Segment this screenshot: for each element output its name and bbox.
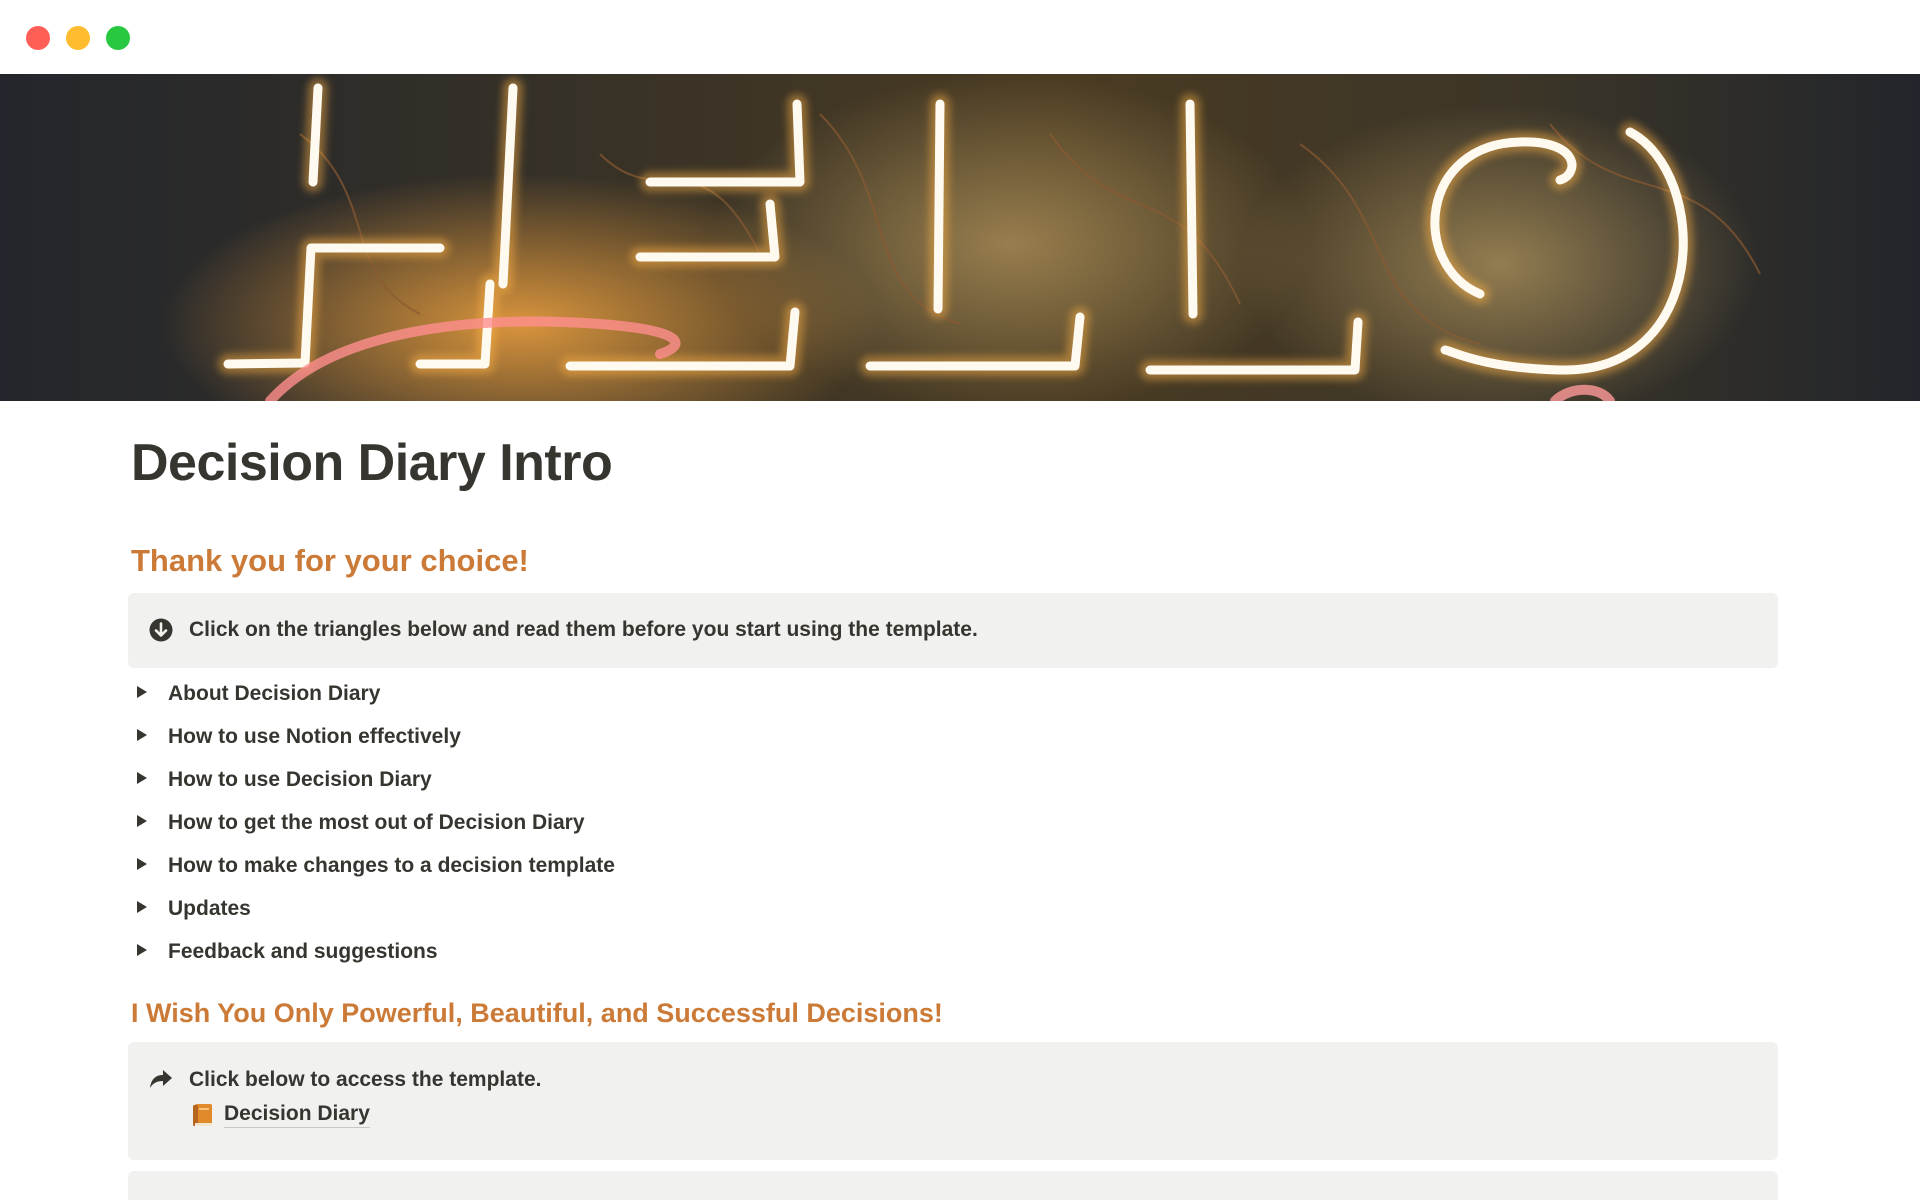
callout-instructions: Click on the triangles below and read th… — [128, 593, 1778, 668]
toggle-label: How to get the most out of Decision Diar… — [168, 811, 585, 834]
toggle-triangle-icon[interactable] — [137, 815, 147, 827]
cover-image — [0, 74, 1920, 401]
callout-text: Click on the triangles below and read th… — [189, 618, 978, 641]
window-titlebar — [0, 0, 1920, 74]
toggle-label: How to make changes to a decision templa… — [168, 854, 615, 877]
share-arrow-icon — [148, 1066, 174, 1092]
toggle-how-to-use-decision-diary[interactable]: How to use Decision Diary — [128, 760, 1028, 800]
toggle-triangle-icon[interactable] — [137, 686, 147, 698]
toggle-feedback[interactable]: Feedback and suggestions — [128, 932, 1028, 972]
page-link-label[interactable]: Decision Diary — [224, 1102, 370, 1128]
book-icon — [192, 1102, 214, 1128]
toggle-get-the-most-out[interactable]: How to get the most out of Decision Diar… — [128, 803, 1028, 843]
section-heading-wish: I Wish You Only Powerful, Beautiful, and… — [131, 998, 943, 1028]
toggle-label: About Decision Diary — [168, 682, 381, 705]
toggle-triangle-icon[interactable] — [137, 944, 147, 956]
toggle-about-decision-diary[interactable]: About Decision Diary — [128, 674, 1028, 714]
toggle-make-changes[interactable]: How to make changes to a decision templa… — [128, 846, 1028, 886]
toggle-updates[interactable]: Updates — [128, 889, 1028, 929]
toggle-triangle-icon[interactable] — [137, 772, 147, 784]
callout-access-template: Click below to access the template. Deci… — [128, 1042, 1778, 1160]
toggle-label: How to use Decision Diary — [168, 768, 432, 791]
page-title: Decision Diary Intro — [131, 434, 613, 492]
toggle-label: Updates — [168, 897, 251, 920]
toggle-how-to-use-notion[interactable]: How to use Notion effectively — [128, 717, 1028, 757]
arrow-down-circle-icon — [148, 617, 174, 643]
toggle-triangle-icon[interactable] — [137, 729, 147, 741]
page-link-decision-diary[interactable]: Decision Diary — [192, 1102, 370, 1128]
section-heading-thank-you: Thank you for your choice! — [131, 543, 529, 578]
toggle-label: How to use Notion effectively — [168, 725, 461, 748]
toggle-label: Feedback and suggestions — [168, 940, 438, 963]
maximize-window-button[interactable] — [106, 26, 130, 50]
toggle-triangle-icon[interactable] — [137, 901, 147, 913]
next-block — [128, 1171, 1778, 1200]
close-window-button[interactable] — [26, 26, 50, 50]
callout-text: Click below to access the template. — [189, 1068, 542, 1091]
minimize-window-button[interactable] — [66, 26, 90, 50]
toggle-triangle-icon[interactable] — [137, 858, 147, 870]
